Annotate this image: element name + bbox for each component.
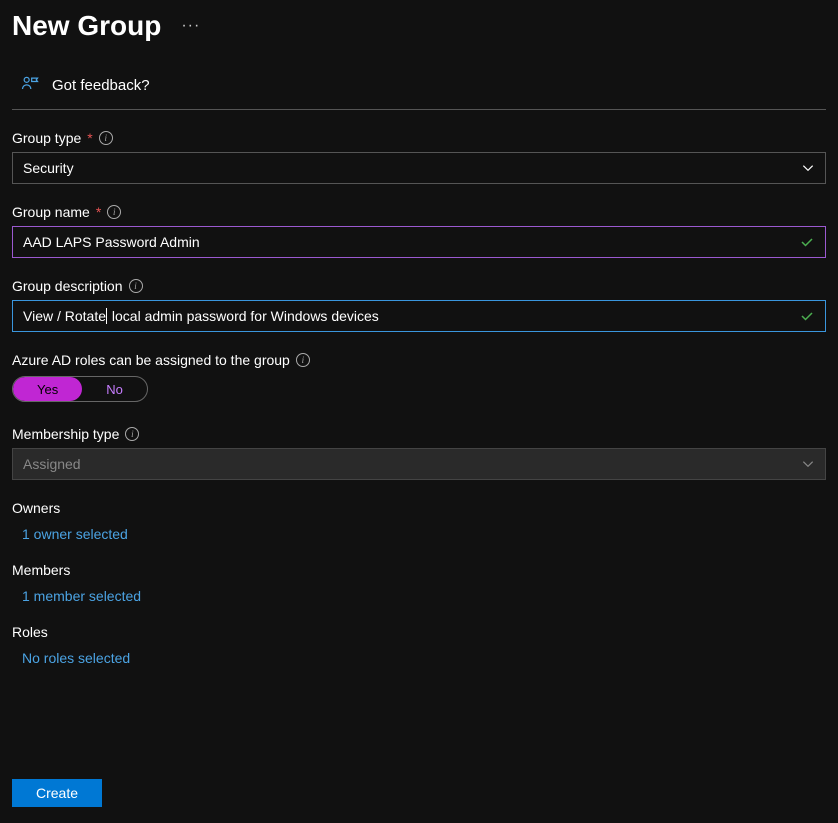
- group-type-value: Security: [23, 160, 74, 176]
- check-icon: [799, 308, 815, 324]
- group-name-label: Group name: [12, 204, 90, 220]
- divider: [12, 109, 826, 110]
- group-description-label: Group description: [12, 278, 123, 294]
- membership-type-select: Assigned: [12, 448, 826, 480]
- info-icon[interactable]: i: [107, 205, 121, 219]
- feedback-text: Got feedback?: [52, 77, 150, 94]
- owners-link[interactable]: 1 owner selected: [22, 526, 128, 542]
- roles-assignable-label: Azure AD roles can be assigned to the gr…: [12, 352, 290, 368]
- roles-link[interactable]: No roles selected: [22, 650, 130, 666]
- group-description-input[interactable]: View / Rotate local admin password for W…: [12, 300, 826, 332]
- feedback-icon: [20, 74, 40, 97]
- info-icon[interactable]: i: [125, 427, 139, 441]
- toggle-no[interactable]: No: [82, 377, 147, 401]
- required-star: *: [87, 130, 92, 146]
- feedback-link[interactable]: Got feedback?: [12, 66, 826, 109]
- membership-type-label: Membership type: [12, 426, 119, 442]
- group-description-value: View / Rotate local admin password for W…: [23, 308, 799, 324]
- check-icon: [799, 234, 815, 250]
- toggle-yes[interactable]: Yes: [13, 377, 82, 401]
- roles-assignable-toggle[interactable]: Yes No: [12, 376, 148, 402]
- chevron-down-icon: [801, 161, 815, 175]
- info-icon[interactable]: i: [129, 279, 143, 293]
- owners-title: Owners: [12, 500, 826, 516]
- group-name-value: AAD LAPS Password Admin: [23, 234, 799, 250]
- info-icon[interactable]: i: [296, 353, 310, 367]
- info-icon[interactable]: i: [99, 131, 113, 145]
- ellipsis-icon[interactable]: ···: [181, 17, 200, 35]
- members-link[interactable]: 1 member selected: [22, 588, 141, 604]
- roles-title: Roles: [12, 624, 826, 640]
- chevron-down-icon: [801, 457, 815, 471]
- group-type-select[interactable]: Security: [12, 152, 826, 184]
- membership-type-value: Assigned: [23, 456, 81, 472]
- group-name-input[interactable]: AAD LAPS Password Admin: [12, 226, 826, 258]
- create-button[interactable]: Create: [12, 779, 102, 807]
- page-title: New Group: [12, 10, 161, 42]
- required-star: *: [96, 204, 101, 220]
- group-type-label: Group type: [12, 130, 81, 146]
- members-title: Members: [12, 562, 826, 578]
